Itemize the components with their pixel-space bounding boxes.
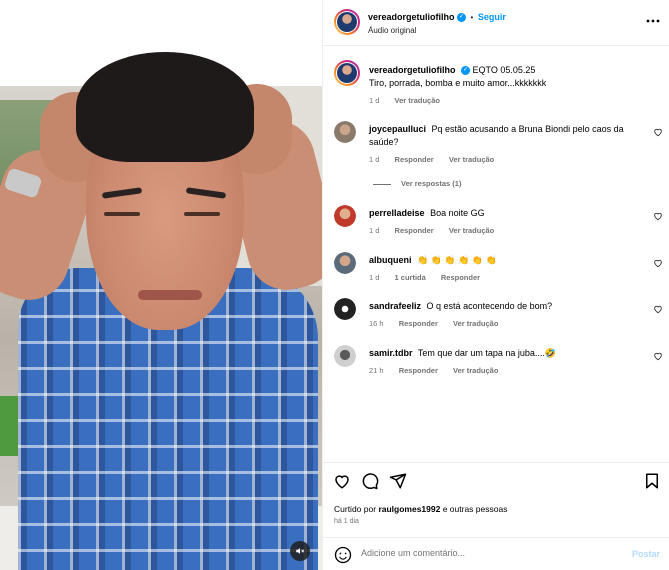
commenter-username[interactable]: joycepaulluci [369, 124, 426, 134]
commenter-avatar[interactable] [334, 121, 356, 143]
post-sidebar: vereadorgetuliofilho ✓ • Seguir Áudio or… [322, 0, 669, 570]
share-send-icon[interactable] [389, 472, 407, 490]
comment-time[interactable]: 1 d [369, 273, 379, 282]
caption: vereadorgetuliofilho ✓ EQTO 05.05.25 Tir… [323, 60, 669, 110]
commenter-avatar[interactable] [334, 298, 356, 320]
like-heart-icon[interactable] [333, 472, 351, 490]
commenter-username[interactable]: sandrafeeliz [369, 301, 421, 311]
like-heart-icon[interactable] [653, 127, 663, 137]
caption-username[interactable]: vereadorgetuliofilho [369, 65, 456, 75]
comment-item: albuqueni 👏 👏 👏 👏 👏 👏 1 d 1 curtida Resp… [323, 252, 669, 292]
author-avatar[interactable] [334, 9, 360, 35]
caption-title: EQTO 05.05.25 [472, 65, 536, 75]
caption-translate-link[interactable]: Ver tradução [395, 96, 440, 105]
comment-text: O q está acontecendo de bom? [426, 301, 553, 311]
reply-button[interactable]: Responder [395, 155, 434, 164]
post-modal: vereadorgetuliofilho ✓ • Seguir Áudio or… [0, 0, 669, 570]
caption-time[interactable]: 1 d [369, 96, 379, 105]
comment-text: Tem que dar um tapa na juba....🤣 [417, 348, 557, 358]
post-timestamp[interactable]: há 1 dia [334, 518, 359, 525]
post-header: vereadorgetuliofilho ✓ • Seguir Áudio or… [323, 0, 669, 46]
commenter-avatar[interactable] [334, 252, 356, 274]
more-horizontal-icon[interactable] [646, 18, 660, 24]
reply-button[interactable]: Responder [395, 226, 434, 235]
reply-button[interactable]: Responder [399, 366, 438, 375]
mute-toggle-button[interactable] [290, 541, 310, 561]
commenter-avatar[interactable] [334, 205, 356, 227]
like-heart-icon[interactable] [653, 304, 663, 314]
comment-item: joycepaulluci Pq estão acusando a Bruna … [323, 121, 669, 171]
reply-button[interactable]: Responder [399, 319, 438, 328]
post-video[interactable] [0, 0, 322, 570]
reply-button[interactable]: Responder [441, 273, 480, 282]
verified-badge-icon: ✓ [461, 66, 471, 76]
like-heart-icon[interactable] [653, 351, 663, 361]
commenter-avatar[interactable] [334, 345, 356, 367]
caption-text: Tiro, porrada, bomba e muito amor...kkkk… [369, 78, 547, 88]
commenter-username[interactable]: perrelladeise [369, 208, 425, 218]
verified-badge-icon: ✓ [457, 13, 467, 23]
post-comment-button[interactable]: Postar [632, 549, 660, 559]
emoji-icon[interactable] [334, 546, 352, 564]
add-comment-bar: Postar [323, 537, 669, 570]
liker-username[interactable]: raulgomes1992 [378, 504, 440, 514]
likes-summary[interactable]: Curtido por raulgomes1992 e outras pesso… [334, 504, 507, 514]
comment-likes-count[interactable]: 1 curtida [395, 273, 426, 282]
like-heart-icon[interactable] [653, 258, 663, 268]
like-heart-icon[interactable] [653, 211, 663, 221]
post-actions: Curtido por raulgomes1992 e outras pesso… [323, 462, 669, 532]
follow-button[interactable]: Seguir [478, 12, 506, 22]
translate-link[interactable]: Ver tradução [449, 226, 494, 235]
comment-text: 👏 👏 👏 👏 👏 👏 [417, 255, 497, 265]
speaker-muted-icon [296, 548, 305, 554]
audio-label[interactable]: Áudio original [368, 26, 416, 35]
comment-time[interactable]: 21 h [369, 366, 384, 375]
comment-time[interactable]: 1 d [369, 226, 379, 235]
commenter-username[interactable]: samir.tdbr [369, 348, 413, 358]
translate-link[interactable]: Ver tradução [449, 155, 494, 164]
comment-item: sandrafeeliz O q está acontecendo de bom… [323, 298, 669, 338]
author-username[interactable]: vereadorgetuliofilho [368, 12, 455, 22]
view-replies-button[interactable]: Ver respostas (1) [373, 179, 461, 188]
caption-avatar[interactable] [334, 60, 360, 86]
comment-input[interactable] [361, 548, 611, 558]
comment-time[interactable]: 1 d [369, 155, 379, 164]
commenter-username[interactable]: albuqueni [369, 255, 412, 265]
bookmark-icon[interactable] [643, 472, 661, 490]
comment-bubble-icon[interactable] [361, 472, 379, 490]
comment-item: perrelladeise Boa noite GG 1 d Responder… [323, 205, 669, 245]
comments-list[interactable]: vereadorgetuliofilho ✓ EQTO 05.05.25 Tir… [323, 47, 669, 462]
translate-link[interactable]: Ver tradução [453, 319, 498, 328]
comment-text: Boa noite GG [430, 208, 485, 218]
comment-time[interactable]: 16 h [369, 319, 384, 328]
translate-link[interactable]: Ver tradução [453, 366, 498, 375]
comment-item: samir.tdbr Tem que dar um tapa na juba..… [323, 345, 669, 385]
